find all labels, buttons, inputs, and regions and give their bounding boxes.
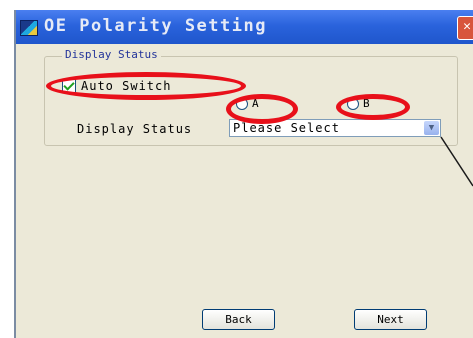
- annotation-arrow-line: [440, 136, 473, 187]
- annotation-line: [440, 136, 473, 187]
